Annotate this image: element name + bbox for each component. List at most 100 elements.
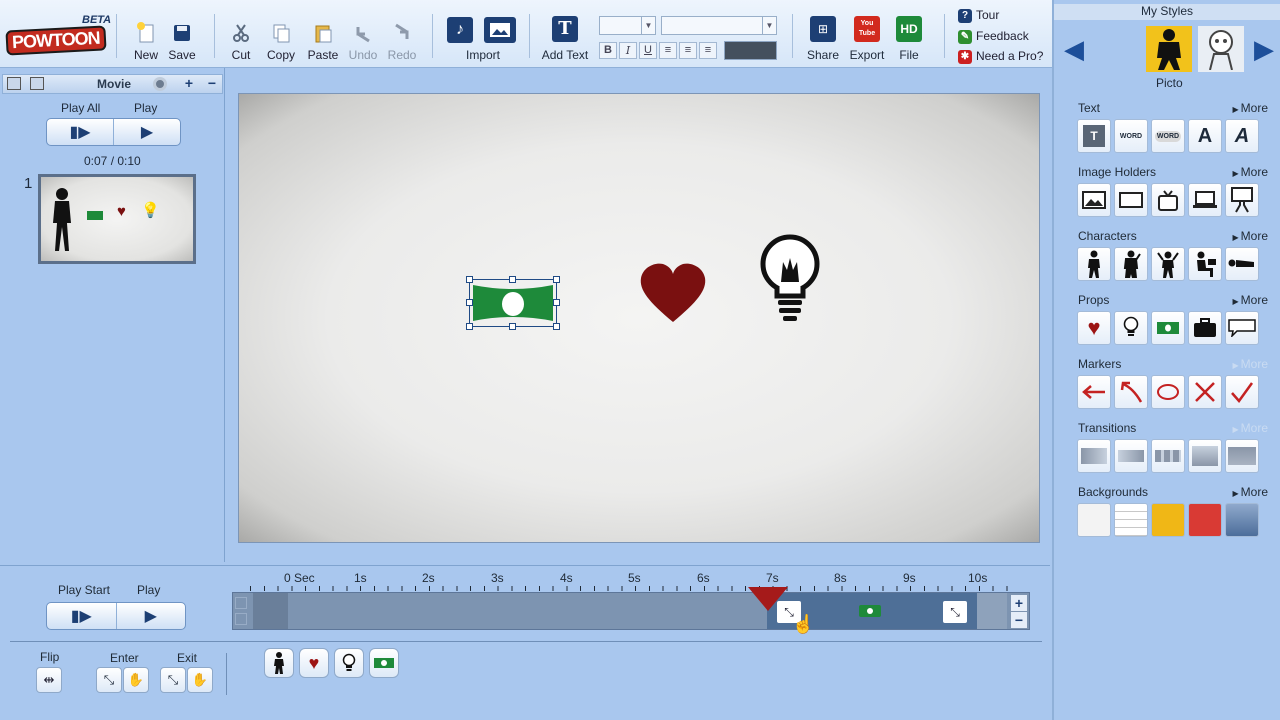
play-button[interactable]: ▶ <box>114 119 180 145</box>
align-left-button[interactable]: ≡ <box>659 42 677 59</box>
marker-check[interactable] <box>1225 375 1259 409</box>
file-button[interactable]: HD File <box>892 16 926 64</box>
prop-briefcase[interactable] <box>1188 311 1222 345</box>
font-family-select[interactable]: ▼ <box>661 16 777 35</box>
layer-heart-button[interactable]: ♥ <box>299 648 329 678</box>
transitions-more-link[interactable]: ▶ More <box>1233 421 1269 435</box>
exit-effect-button[interactable]: ⤡ <box>160 667 186 693</box>
flip-button[interactable]: ⇹ <box>36 667 62 693</box>
image-holder-frame[interactable] <box>1114 183 1148 217</box>
image-holders-more-link[interactable]: ▶ More <box>1233 165 1269 179</box>
need-pro-link[interactable]: ✱ Need a Pro? <box>958 49 1043 64</box>
add-slide-button[interactable]: + <box>179 75 199 93</box>
remove-slide-button[interactable]: − <box>202 75 222 93</box>
background-white[interactable] <box>1077 503 1111 537</box>
transition-3[interactable] <box>1151 439 1185 473</box>
prop-speech-bubble[interactable] <box>1225 311 1259 345</box>
character-sitting[interactable] <box>1188 247 1222 281</box>
props-more-link[interactable]: ▶ More <box>1233 293 1269 307</box>
share-button[interactable]: ⊞ Share <box>805 16 841 64</box>
transition-5[interactable] <box>1225 439 1259 473</box>
font-size-select[interactable]: ▼ <box>599 16 656 35</box>
character-lying[interactable] <box>1225 247 1259 281</box>
resize-handle[interactable] <box>553 276 560 283</box>
marker-arrow[interactable] <box>1077 375 1111 409</box>
styles-next-arrow[interactable]: ▶ <box>1254 34 1274 65</box>
text-color-swatch[interactable] <box>724 41 777 60</box>
backgrounds-more-link[interactable]: ▶ More <box>1233 485 1269 499</box>
prop-lightbulb[interactable] <box>1114 311 1148 345</box>
resize-handle[interactable] <box>466 276 473 283</box>
background-blue[interactable] <box>1225 503 1259 537</box>
styles-prev-arrow[interactable]: ◀ <box>1064 34 1084 65</box>
text-tile-plain[interactable]: T <box>1077 119 1111 153</box>
character-arms-up[interactable] <box>1151 247 1185 281</box>
image-holder-laptop[interactable] <box>1188 183 1222 217</box>
text-tile-letter-outline[interactable]: A <box>1225 119 1259 153</box>
bold-button[interactable]: B <box>599 42 617 59</box>
enter-hand-button[interactable]: ✋ <box>123 667 149 693</box>
marker-cross[interactable] <box>1188 375 1222 409</box>
character-thinking[interactable] <box>1114 247 1148 281</box>
prop-heart[interactable]: ♥ <box>1077 311 1111 345</box>
playhead-marker[interactable] <box>748 587 788 611</box>
slide-view-alt-icon[interactable] <box>30 77 44 90</box>
movie-settings-icon[interactable] <box>153 77 167 91</box>
undo-button[interactable]: Undo <box>343 22 383 62</box>
text-tile-word[interactable]: WORD <box>1114 119 1148 153</box>
play-start-button[interactable]: ▮▶ <box>47 603 117 629</box>
import-image-button[interactable] <box>484 17 516 43</box>
image-holder-picture[interactable] <box>1077 183 1111 217</box>
transition-4[interactable] <box>1188 439 1222 473</box>
enter-effect-button[interactable]: ⤡ <box>96 667 122 693</box>
new-button[interactable]: New <box>126 22 166 62</box>
cut-button[interactable]: Cut <box>221 22 261 62</box>
underline-button[interactable]: U <box>639 42 657 59</box>
play-all-button[interactable]: ▮▶ <box>47 119 114 145</box>
canvas-stage[interactable] <box>238 93 1040 543</box>
marker-curved-arrow[interactable] <box>1114 375 1148 409</box>
save-button[interactable]: Save <box>162 22 202 62</box>
add-text-button[interactable]: T Add Text <box>540 14 590 64</box>
italic-button[interactable]: I <box>619 42 637 59</box>
slide-view-icon[interactable] <box>7 77 21 90</box>
track-grid-icon[interactable] <box>235 613 247 625</box>
resize-handle[interactable] <box>466 323 473 330</box>
background-grid[interactable] <box>1114 503 1148 537</box>
text-tile-word-bubble[interactable]: WORD <box>1151 119 1185 153</box>
prop-money[interactable] <box>1151 311 1185 345</box>
text-more-link[interactable]: ▶ More <box>1233 101 1269 115</box>
style-sketch-tile[interactable] <box>1198 26 1244 72</box>
marker-circle[interactable] <box>1151 375 1185 409</box>
align-center-button[interactable]: ≡ <box>679 42 697 59</box>
tour-link[interactable]: ? Tour <box>958 8 999 23</box>
exit-effect-icon[interactable]: ⤡ <box>943 601 967 623</box>
track-lock-icon[interactable] <box>235 597 247 609</box>
timeline-track[interactable]: ⤡ ⤡ + − <box>232 592 1030 630</box>
lightbulb-prop[interactable] <box>759 234 821 326</box>
background-red[interactable] <box>1188 503 1222 537</box>
timeline-play-button[interactable]: ▶ <box>117 603 186 629</box>
resize-handle[interactable] <box>553 323 560 330</box>
markers-more-link[interactable]: ▶ More <box>1233 357 1269 371</box>
money-prop[interactable] <box>466 276 560 330</box>
background-yellow[interactable] <box>1151 503 1185 537</box>
copy-button[interactable]: Copy <box>261 22 301 62</box>
redo-button[interactable]: Redo <box>382 22 422 62</box>
layer-money-button[interactable] <box>369 648 399 678</box>
image-holder-monitor[interactable] <box>1225 183 1259 217</box>
image-holder-tv[interactable] <box>1151 183 1185 217</box>
resize-handle[interactable] <box>466 299 473 306</box>
zoom-in-button[interactable]: + <box>1011 595 1027 611</box>
style-picto-tile[interactable] <box>1146 26 1192 72</box>
text-tile-letter[interactable]: A <box>1188 119 1222 153</box>
layer-lightbulb-button[interactable] <box>334 648 364 678</box>
feedback-link[interactable]: ✎ Feedback <box>958 29 1029 44</box>
characters-more-link[interactable]: ▶ More <box>1233 229 1269 243</box>
align-right-button[interactable]: ≡ <box>699 42 717 59</box>
paste-button[interactable]: Paste <box>303 22 343 62</box>
transition-1[interactable] <box>1077 439 1111 473</box>
export-button[interactable]: You Tube Export <box>847 16 887 64</box>
layer-character-button[interactable] <box>264 648 294 678</box>
character-standing[interactable] <box>1077 247 1111 281</box>
